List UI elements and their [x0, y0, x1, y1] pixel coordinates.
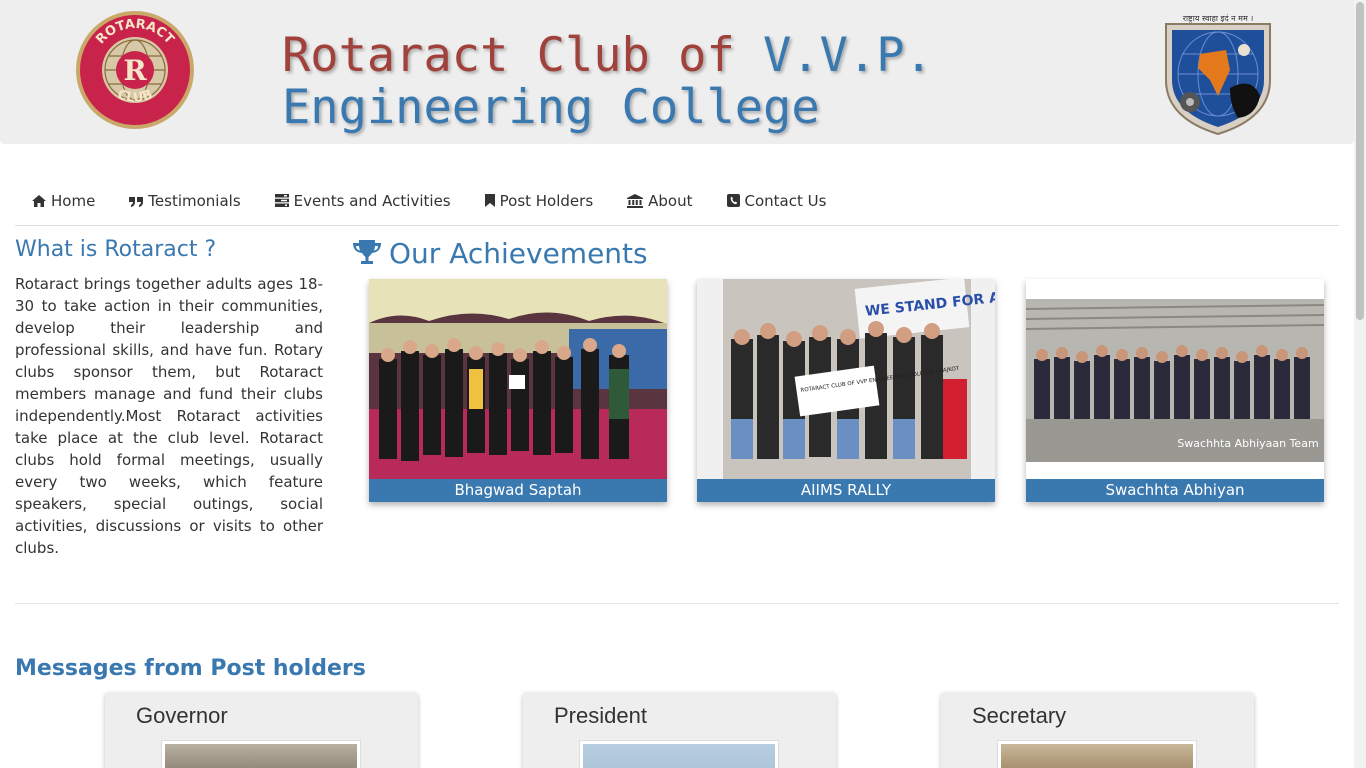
- title-line-2: Engineering College: [282, 80, 820, 135]
- phone-icon: [726, 194, 740, 207]
- achievement-photo: WE STAND FOR AIIMS ROTARACT CLUB OF VVP …: [697, 279, 995, 479]
- achievements-heading: Our Achievements: [353, 237, 648, 270]
- messages-heading: Messages from Post holders: [15, 656, 366, 681]
- section-divider: [15, 603, 1339, 604]
- svg-text:राष्ट्राय स्वाहा इदं न मम ।: राष्ट्राय स्वाहा इदं न मम ।: [1183, 14, 1254, 23]
- site-header: R ROTARACT CLUB Rotaract Club of V.V.P. …: [0, 0, 1354, 144]
- nav-events[interactable]: Events and Activities: [258, 192, 468, 210]
- nav-post-holders-label: Post Holders: [499, 191, 594, 210]
- nav-home[interactable]: Home: [15, 192, 112, 210]
- achievements-heading-text: Our Achievements: [389, 237, 648, 270]
- nav-about-label: About: [648, 191, 693, 210]
- achievement-photo: Swachhta Abhiyaan Team: [1026, 279, 1324, 479]
- post-holder-role: President: [554, 703, 647, 728]
- post-holder-card-governor[interactable]: Governor: [105, 692, 418, 768]
- post-holder-photo: [579, 740, 779, 768]
- tasks-icon: [274, 194, 289, 207]
- college-emblem: राष्ट्राय स्वाहा इदं न मम ।: [1165, 14, 1271, 136]
- post-holder-role: Secretary: [972, 703, 1067, 728]
- quote-icon: [129, 196, 144, 207]
- trophy-icon: [353, 240, 381, 264]
- nav-about[interactable]: About: [610, 192, 709, 210]
- nav-post-holders[interactable]: Post Holders: [468, 192, 611, 210]
- scrollbar-thumb[interactable]: [1356, 2, 1364, 320]
- post-holder-photo: [997, 740, 1197, 768]
- nav-testimonials[interactable]: Testimonials: [112, 192, 257, 210]
- home-icon: [32, 194, 46, 207]
- svg-text:R: R: [123, 54, 147, 87]
- achievement-card-swachhta[interactable]: Swachhta Abhiyaan Team Swachhta Abhiyan: [1026, 279, 1324, 502]
- about-heading: What is Rotaract ?: [15, 237, 217, 262]
- institution-icon: [627, 193, 644, 208]
- nav-contact-label: Contact Us: [744, 191, 827, 210]
- rotaract-logo[interactable]: R ROTARACT CLUB: [75, 10, 195, 130]
- site-title: Rotaract Club of V.V.P. Engineering Coll…: [282, 30, 933, 134]
- svg-text:Swachhta Abhiyaan Team: Swachhta Abhiyaan Team: [1177, 437, 1318, 450]
- post-holder-card-president[interactable]: President: [523, 692, 836, 768]
- achievement-caption: AIIMS RALLY: [697, 479, 995, 502]
- about-text: Rotaract brings together adults ages 18-…: [15, 275, 323, 557]
- main-navbar: Home Testimonials Events and Activities …: [15, 176, 1339, 226]
- page-scrollbar[interactable]: [1354, 0, 1366, 768]
- post-holder-photo: [161, 740, 361, 768]
- achievement-caption: Bhagwad Saptah: [369, 479, 667, 502]
- nav-home-label: Home: [51, 191, 96, 210]
- nav-contact[interactable]: Contact Us: [710, 192, 844, 210]
- achievement-photo: [369, 279, 667, 479]
- achievement-card-aiims[interactable]: WE STAND FOR AIIMS ROTARACT CLUB OF VVP …: [697, 279, 995, 502]
- achievement-caption: Swachhta Abhiyan: [1026, 479, 1324, 502]
- achievement-card-bhagwad[interactable]: Bhagwad Saptah: [369, 279, 667, 502]
- post-holder-role: Governor: [136, 703, 228, 728]
- nav-events-label: Events and Activities: [293, 191, 451, 210]
- post-holder-card-secretary[interactable]: Secretary: [941, 692, 1254, 768]
- nav-testimonials-label: Testimonials: [148, 191, 241, 210]
- title-part-blue: V.V.P.: [763, 28, 933, 83]
- title-part-red: Rotaract Club of: [282, 28, 735, 83]
- bookmark-icon: [484, 194, 495, 207]
